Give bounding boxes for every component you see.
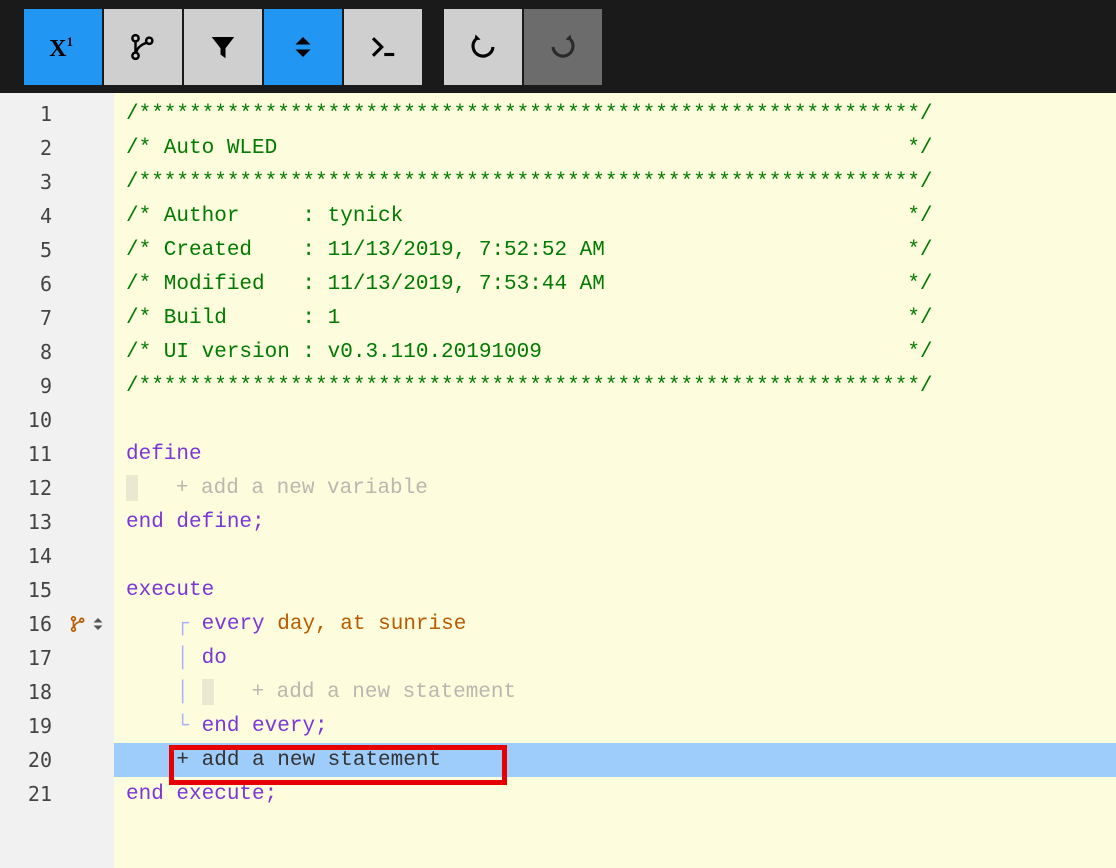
- code-line[interactable]: │ do: [114, 641, 1116, 675]
- add-variable-placeholder[interactable]: + add a new variable: [114, 471, 1116, 505]
- code-line[interactable]: /***************************************…: [114, 369, 1116, 403]
- code-line[interactable]: /* Created : 11/13/2019, 7:52:52 AM */: [114, 233, 1116, 267]
- code-line[interactable]: [114, 539, 1116, 573]
- code-line[interactable]: └ end every;: [114, 709, 1116, 743]
- branch-icon: [128, 32, 158, 62]
- sort-button[interactable]: [264, 9, 342, 85]
- line-number: 11: [0, 437, 62, 471]
- svg-text:1: 1: [67, 34, 73, 48]
- line-number: 12: [0, 471, 62, 505]
- terminal-button[interactable]: [344, 9, 422, 85]
- line-number: 20: [0, 743, 62, 777]
- branch-button[interactable]: [104, 9, 182, 85]
- code-line[interactable]: /* UI version : v0.3.110.20191009 */: [114, 335, 1116, 369]
- marker-gutter: [62, 93, 114, 868]
- line-number: 15: [0, 573, 62, 607]
- sort-icon: [89, 615, 107, 633]
- code-line[interactable]: end execute;: [114, 777, 1116, 811]
- line-number-gutter: 1 2 3 4 5 6 7 8 9 10 11 12 13 14 15 16 1…: [0, 93, 62, 868]
- line-number: 10: [0, 403, 62, 437]
- line-number: 16: [0, 607, 62, 641]
- add-statement-selected[interactable]: + add a new statement: [114, 743, 1116, 777]
- sort-icon: [288, 32, 318, 62]
- branch-icon: [69, 615, 87, 633]
- svg-text:X: X: [49, 35, 66, 61]
- redo-button[interactable]: [524, 9, 602, 85]
- add-statement-placeholder[interactable]: │ + add a new statement: [114, 675, 1116, 709]
- code-line[interactable]: /* Build : 1 */: [114, 301, 1116, 335]
- line-number: 4: [0, 199, 62, 233]
- code-line[interactable]: [114, 403, 1116, 437]
- code-line[interactable]: ┌ every day, at sunrise: [114, 607, 1116, 641]
- code-line[interactable]: define: [114, 437, 1116, 471]
- line-number: 18: [0, 675, 62, 709]
- line-number: 13: [0, 505, 62, 539]
- line-number: 3: [0, 165, 62, 199]
- code-line[interactable]: /* Author : tynick */: [114, 199, 1116, 233]
- undo-icon: [468, 32, 498, 62]
- line-number: 17: [0, 641, 62, 675]
- line-number: 19: [0, 709, 62, 743]
- line-number: 5: [0, 233, 62, 267]
- redo-icon: [548, 32, 578, 62]
- line-number: 7: [0, 301, 62, 335]
- line-number: 14: [0, 539, 62, 573]
- code-line[interactable]: /* Auto WLED */: [114, 131, 1116, 165]
- terminal-icon: [368, 32, 398, 62]
- code-line[interactable]: /* Modified : 11/13/2019, 7:53:44 AM */: [114, 267, 1116, 301]
- expression-icon: X 1: [48, 32, 78, 62]
- filter-icon: [208, 32, 238, 62]
- undo-button[interactable]: [444, 9, 522, 85]
- line-number: 2: [0, 131, 62, 165]
- editor: 1 2 3 4 5 6 7 8 9 10 11 12 13 14 15 16 1…: [0, 93, 1116, 868]
- line-number: 21: [0, 777, 62, 811]
- filter-button[interactable]: [184, 9, 262, 85]
- expression-button[interactable]: X 1: [24, 9, 102, 85]
- line-number: 8: [0, 335, 62, 369]
- code-line[interactable]: /***************************************…: [114, 97, 1116, 131]
- code-area[interactable]: /***************************************…: [114, 93, 1116, 868]
- line-number: 6: [0, 267, 62, 301]
- code-line[interactable]: execute: [114, 573, 1116, 607]
- line-number: 9: [0, 369, 62, 403]
- toolbar: X 1: [0, 0, 1116, 93]
- gutter-marker-row[interactable]: [62, 607, 114, 641]
- code-line[interactable]: end define;: [114, 505, 1116, 539]
- line-number: 1: [0, 97, 62, 131]
- code-line[interactable]: /***************************************…: [114, 165, 1116, 199]
